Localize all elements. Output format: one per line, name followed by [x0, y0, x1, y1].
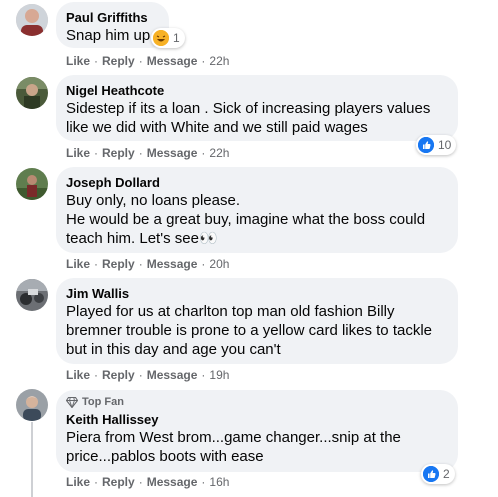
haha-icon	[153, 30, 169, 46]
comment-author[interactable]: Joseph Dollard	[66, 174, 446, 191]
comment-bubble: Joseph Dollard Buy only, no loans please…	[56, 167, 458, 253]
like-button[interactable]: Like	[66, 475, 90, 489]
like-button[interactable]: Like	[66, 54, 90, 68]
message-button[interactable]: Message	[147, 257, 198, 271]
diamond-icon	[66, 396, 78, 408]
comment-actions: Like · Reply · Message · 19h	[66, 368, 230, 382]
comment-author[interactable]: Keith Hallissey	[66, 411, 446, 428]
comment-actions: Like · Reply · Message · 20h	[66, 257, 230, 271]
reply-button[interactable]: Reply	[102, 475, 135, 489]
comment-author[interactable]: Jim Wallis	[66, 285, 446, 302]
message-button[interactable]: Message	[147, 54, 198, 68]
reply-button[interactable]: Reply	[102, 54, 135, 68]
comment-text: Buy only, no loans please. He would be a…	[66, 192, 426, 247]
like-icon	[418, 137, 434, 153]
avatar[interactable]	[16, 168, 48, 200]
comment-actions: Like · Reply · Message · 16h	[66, 475, 230, 489]
comment-actions: Like · Reply · Message · 22h	[66, 54, 230, 68]
comment-bubble: Top Fan Keith Hallissey Piera from West …	[56, 390, 458, 472]
like-button[interactable]: Like	[66, 257, 90, 271]
like-icon	[423, 466, 439, 482]
reaction-summary[interactable]: 10	[416, 135, 457, 155]
avatar[interactable]	[16, 4, 48, 36]
avatar[interactable]	[16, 279, 48, 311]
thread-line	[31, 422, 33, 497]
message-button[interactable]: Message	[147, 368, 198, 382]
timestamp[interactable]: 22h	[209, 146, 229, 160]
like-button[interactable]: Like	[66, 146, 90, 160]
avatar[interactable]	[16, 389, 48, 421]
comment-bubble: Jim Wallis Played for us at charlton top…	[56, 278, 458, 364]
reaction-count: 1	[173, 31, 180, 45]
reaction-summary[interactable]: 2	[421, 464, 455, 484]
timestamp[interactable]: 20h	[209, 257, 229, 271]
comment-author[interactable]: Paul Griffiths	[66, 9, 157, 26]
comment-text: Sidestep if its a loan . Sick of increas…	[66, 100, 431, 136]
message-button[interactable]: Message	[147, 146, 198, 160]
reaction-summary[interactable]: 1	[151, 28, 185, 48]
timestamp[interactable]: 19h	[209, 368, 229, 382]
reaction-count: 2	[443, 467, 450, 481]
comment-text: Piera from West brom...game changer...sn…	[66, 429, 401, 465]
message-button[interactable]: Message	[147, 475, 198, 489]
reply-button[interactable]: Reply	[102, 368, 135, 382]
avatar[interactable]	[16, 77, 48, 109]
timestamp[interactable]: 16h	[209, 475, 229, 489]
timestamp[interactable]: 22h	[209, 54, 229, 68]
comment-text: Played for us at charlton top man old fa…	[66, 303, 433, 358]
comment-author[interactable]: Nigel Heathcote	[66, 82, 446, 99]
reaction-count: 10	[438, 138, 452, 152]
like-button[interactable]: Like	[66, 368, 90, 382]
badge-label: Top Fan	[82, 396, 124, 408]
reply-button[interactable]: Reply	[102, 146, 135, 160]
comment-bubble: Nigel Heathcote Sidestep if its a loan .…	[56, 75, 458, 141]
top-fan-badge[interactable]: Top Fan	[66, 395, 446, 409]
comment-actions: Like · Reply · Message · 22h	[66, 146, 230, 160]
reply-button[interactable]: Reply	[102, 257, 135, 271]
eyes-emoji: 👀	[198, 230, 218, 247]
comment-text: Snap him up	[66, 27, 151, 44]
